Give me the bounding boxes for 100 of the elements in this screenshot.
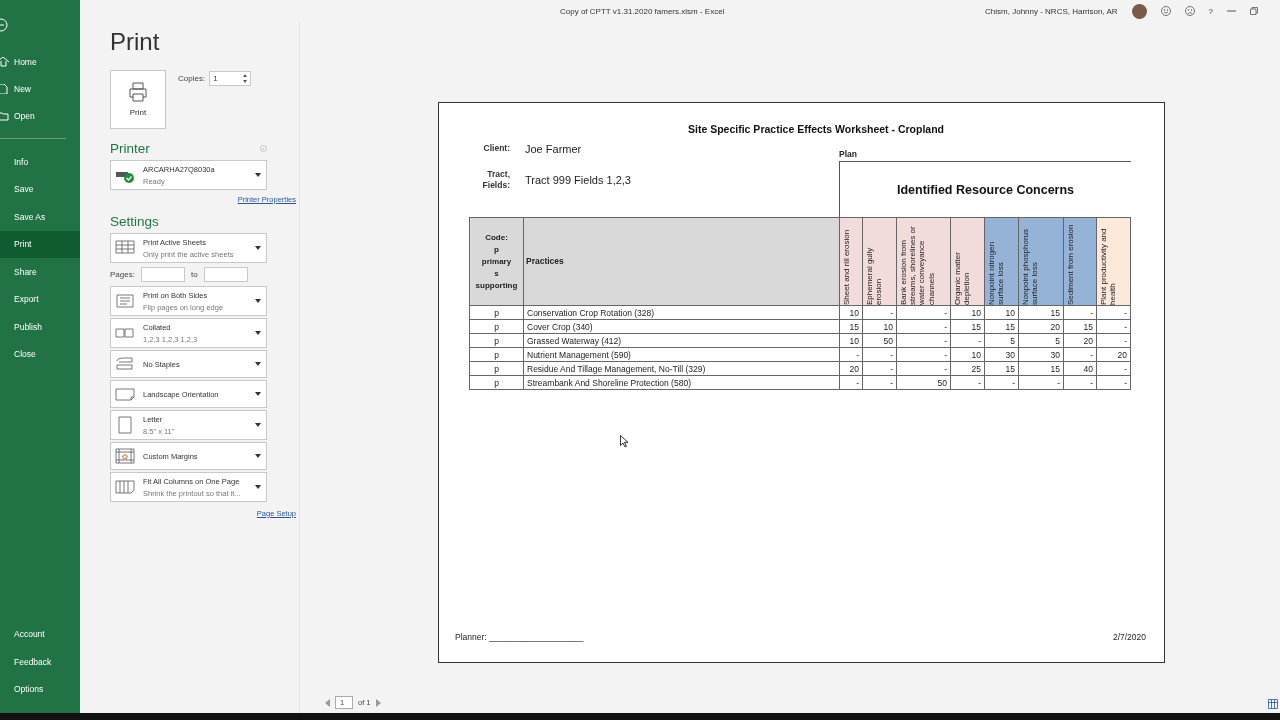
pages-from-field[interactable] (140, 267, 185, 282)
nav-item[interactable]: Save As (0, 203, 80, 231)
nav-item[interactable]: Info (0, 148, 80, 176)
header-cell: Ephemeral gully erosion (862, 217, 897, 306)
tract-value: Tract 999 Fields 1,2,3 (525, 174, 632, 187)
table-cell: - (862, 375, 897, 390)
avatar[interactable] (1131, 3, 1147, 19)
table-cell: - (950, 333, 985, 348)
portrait-page-icon (115, 416, 135, 434)
printer-heading: Printer (110, 141, 150, 156)
table-cell: 25 (950, 361, 985, 376)
client-value: Joe Farmer (525, 143, 583, 155)
landscape-page-icon (115, 385, 135, 403)
stapler-icon (115, 355, 135, 373)
caret-icon (255, 392, 261, 396)
frown-icon[interactable] (1184, 6, 1195, 16)
table-cell: 15 (1018, 305, 1064, 320)
table-cell: 15 (984, 361, 1019, 376)
table-cell: 10 (984, 305, 1019, 320)
nav-item[interactable]: Feedback (0, 648, 80, 676)
nav-item[interactable]: New (0, 75, 80, 102)
caret-icon (255, 246, 261, 250)
table-cell: p (469, 361, 524, 376)
back-arrow-icon[interactable] (0, 18, 8, 32)
restore-icon[interactable] (1250, 7, 1258, 15)
header-cell: Sediment from erosion (1063, 217, 1097, 306)
table-cell: p (469, 375, 524, 390)
tract-label: Tract, Fields: (481, 169, 511, 192)
spinner-arrows-icon[interactable] (243, 74, 248, 83)
mouse-pointer-icon (620, 435, 629, 448)
table-cell: 15 (1063, 319, 1097, 334)
plan-label: Plan (839, 141, 1131, 162)
header-cell: Nonpoint phosphorus surface loss (1018, 217, 1064, 306)
smile-icon[interactable] (1160, 6, 1171, 16)
nav-item[interactable]: Account (0, 620, 80, 648)
print-button[interactable]: Print (110, 70, 166, 129)
table-cell: Streambank And Shoreline Protection (580) (523, 375, 840, 390)
document-icon (0, 83, 10, 94)
home-icon (0, 56, 10, 67)
next-page-icon[interactable] (375, 698, 381, 707)
table-cell: - (896, 347, 951, 362)
margins-icon (115, 447, 135, 465)
table-cell: Conservation Crop Rotation (328) (523, 305, 840, 320)
table-cell: 10 (950, 305, 985, 320)
table-grid-icon (115, 239, 135, 257)
table-cell: Grassed Waterway (412) (523, 333, 840, 348)
show-margins-icon[interactable] (1268, 699, 1278, 709)
client-label: Client: (482, 143, 511, 155)
table-cell: 50 (896, 375, 951, 390)
previous-page-icon[interactable] (325, 698, 330, 707)
nav-item[interactable]: Home (0, 48, 80, 75)
nav-item[interactable]: Save (0, 175, 80, 203)
nav-item[interactable]: Close (0, 340, 80, 368)
table-cell: p (469, 347, 524, 362)
help-button[interactable]: ? (1208, 6, 1213, 16)
nav-item[interactable]: Publish (0, 313, 80, 341)
caret-icon (255, 331, 261, 335)
pages-to-field[interactable] (203, 267, 248, 282)
table-cell: 15 (950, 319, 985, 334)
table-cell: - (896, 361, 951, 376)
to-label: to (190, 270, 198, 279)
nav-item[interactable]: Options (0, 675, 80, 703)
table-cell: 15 (984, 319, 1019, 334)
table-cell: 40 (1063, 361, 1097, 376)
header-cell: Practices (523, 217, 840, 306)
table-cell: 30 (984, 347, 1019, 362)
folder-icon (0, 110, 10, 121)
caret-icon (255, 485, 261, 489)
two-sided-page-icon (115, 292, 135, 310)
table-cell: - (896, 333, 951, 348)
copies-field[interactable]: 1 (209, 71, 252, 86)
table-cell: 20 (1063, 333, 1097, 348)
table-cell: p (469, 319, 524, 334)
table-cell: - (839, 347, 863, 362)
caret-icon (255, 299, 261, 303)
header-cell: Plant productivity and health (1096, 217, 1131, 306)
table-cell: - (984, 375, 1019, 390)
copies-label: Copies: (178, 74, 206, 83)
date-text: 2/7/2020 (1112, 632, 1146, 642)
table-cell: 5 (984, 333, 1019, 348)
table-cell: 10 (839, 333, 863, 348)
table-cell: - (862, 305, 897, 320)
table-cell: Nutrient Management (590) (523, 347, 840, 362)
planner-line: Planner: ____________________ (455, 632, 584, 642)
window-title: Copy of CPTT v1.31.2020 famers.xlsm - Excel (560, 6, 726, 16)
table-cell: - (862, 347, 897, 362)
table-cell: 50 (862, 333, 897, 348)
table-cell: Residue And Tillage Management, No-Till (329) (523, 361, 840, 376)
table-cell: 10 (839, 305, 863, 320)
nav-item[interactable]: Print (0, 230, 80, 258)
nav-item[interactable]: Open (0, 102, 80, 129)
table-cell: - (1096, 333, 1131, 348)
nav-item[interactable]: Share (0, 258, 80, 286)
printer-icon (128, 82, 148, 102)
pages-label: Pages: (110, 270, 135, 279)
table-cell: - (1018, 375, 1064, 390)
table-cell: - (1063, 375, 1097, 390)
page-heading: Print (110, 28, 161, 56)
nav-item[interactable]: Export (0, 285, 80, 313)
table-cell: 10 (862, 319, 897, 334)
